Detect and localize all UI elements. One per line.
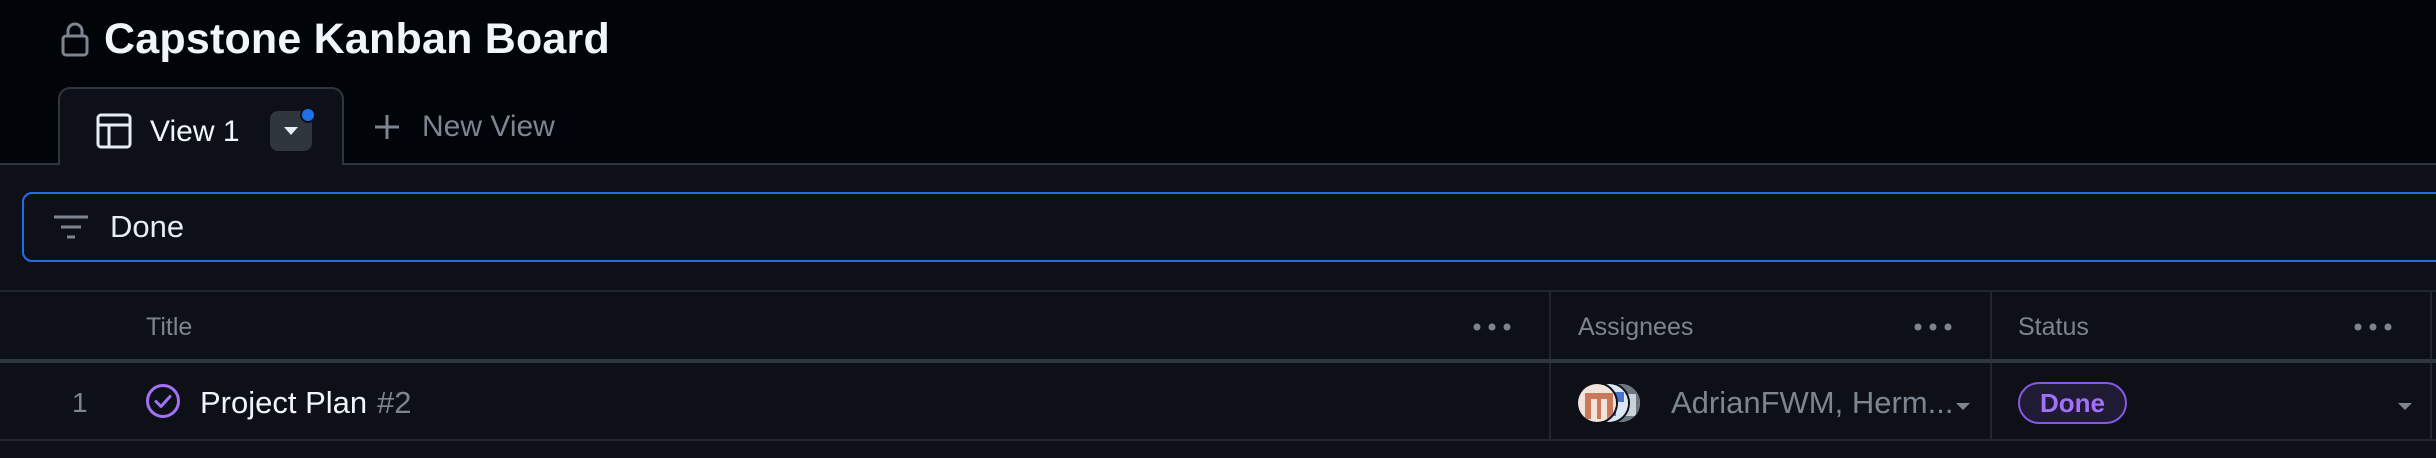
table-view: Done Title Assignees Status 1 Project Pl… — [0, 165, 2436, 458]
table-row[interactable]: 1 Project Plan #2 AdrianFWM, Herm... Don… — [0, 363, 2436, 441]
more-icon[interactable] — [1913, 322, 1953, 332]
more-icon[interactable] — [2353, 322, 2393, 332]
column-header-assignees[interactable]: Assignees — [1578, 313, 1693, 342]
chevron-down-icon[interactable] — [1956, 403, 1970, 410]
chevron-down-icon[interactable] — [2398, 403, 2412, 410]
column-divider — [2430, 363, 2432, 439]
column-header-status[interactable]: Status — [2018, 313, 2089, 342]
project-header: Capstone Kanban Board View 1 New View — [0, 0, 2436, 167]
new-view-label: New View — [422, 110, 555, 143]
column-divider[interactable] — [1990, 292, 1992, 359]
view-tabs: View 1 New View — [0, 85, 2436, 167]
chevron-down-icon — [284, 127, 298, 135]
project-title-text: Capstone Kanban Board — [104, 14, 610, 63]
tab-label: View 1 — [150, 115, 240, 148]
column-divider — [1990, 363, 1992, 439]
more-icon[interactable] — [1472, 322, 1512, 332]
filter-query: Done — [110, 209, 185, 244]
filter-icon — [54, 215, 88, 239]
project-table: Title Assignees Status 1 Project Plan #2… — [0, 290, 2436, 441]
status-badge[interactable]: Done — [2018, 382, 2127, 424]
column-divider[interactable] — [1549, 292, 1551, 359]
column-header-title[interactable]: Title — [146, 313, 192, 342]
lock-icon — [61, 22, 89, 57]
assignee-names: AdrianFWM, Herm... — [1671, 385, 1954, 420]
tab-view-1[interactable]: View 1 — [58, 87, 344, 167]
row-index: 1 — [72, 387, 88, 418]
column-divider[interactable] — [2430, 292, 2432, 359]
new-view-button[interactable]: New View — [372, 107, 555, 147]
filter-input[interactable]: Done — [22, 192, 2436, 262]
column-divider — [1549, 363, 1551, 439]
assignee-avatars[interactable] — [1576, 382, 1656, 424]
item-title-link[interactable]: Project Plan — [200, 385, 367, 421]
table-icon — [96, 113, 132, 149]
project-title: Capstone Kanban Board — [60, 10, 610, 68]
issue-closed-icon — [146, 384, 180, 418]
plus-icon — [375, 115, 399, 139]
table-header: Title Assignees Status — [0, 290, 2436, 363]
issue-number[interactable]: #2 — [377, 385, 411, 421]
unsaved-changes-dot — [300, 107, 316, 123]
avatar — [1576, 382, 1618, 424]
